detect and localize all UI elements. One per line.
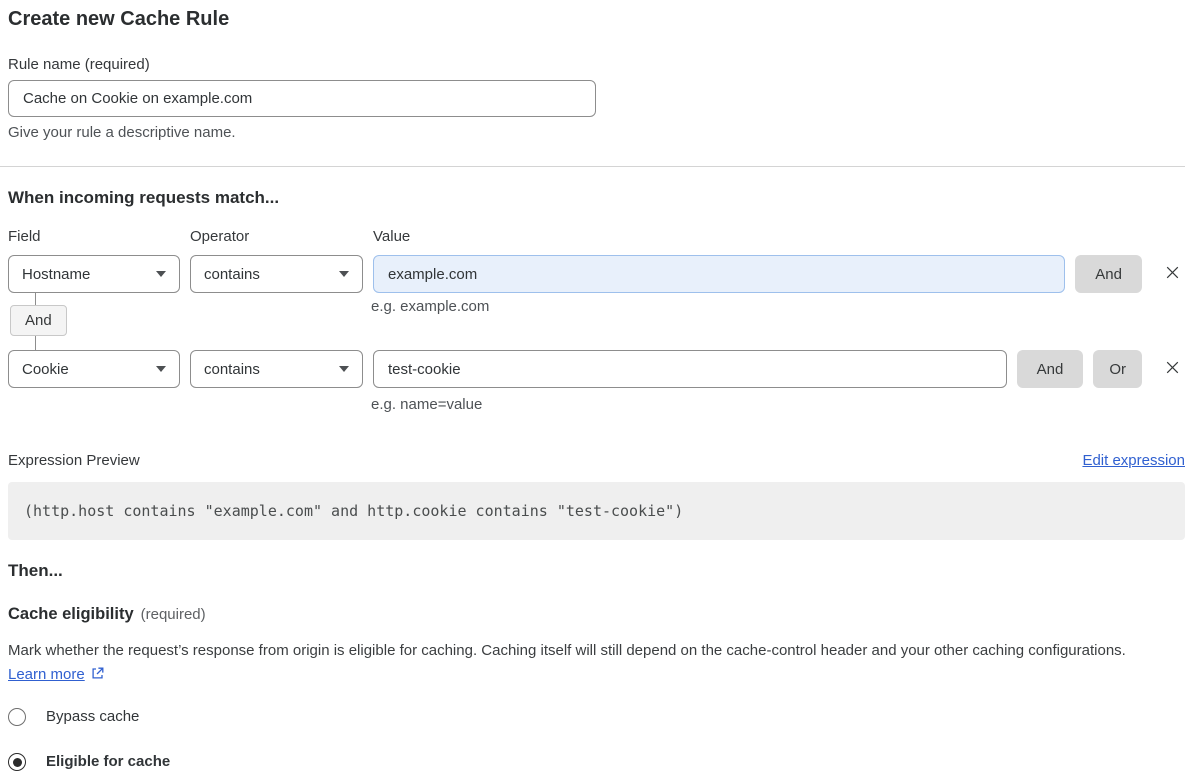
learn-more-link[interactable]: Learn more [8, 666, 85, 683]
field-select-row1[interactable]: Hostname [8, 255, 180, 293]
rule-name-helper: Give your rule a descriptive name. [8, 123, 1185, 143]
chevron-down-icon [156, 366, 166, 372]
field-select-row2-value: Cookie [22, 361, 69, 378]
then-section-heading: Then... [8, 560, 1185, 582]
radio-option-eligible-for-cache[interactable]: Eligible for cache [8, 752, 1185, 772]
value-input-row1[interactable] [373, 255, 1065, 293]
section-divider [0, 166, 1185, 167]
operator-column-label: Operator [190, 227, 363, 247]
remove-condition-row1-button[interactable] [1159, 255, 1185, 293]
operator-select-row2-value: contains [204, 361, 260, 378]
chevron-down-icon [339, 271, 349, 277]
add-and-condition-row1-button[interactable]: And [1075, 255, 1142, 293]
field-select-row1-value: Hostname [22, 266, 90, 283]
rule-name-label: Rule name (required) [8, 55, 1185, 75]
connector-band: And e.g. example.com [8, 293, 1185, 350]
field-select-row2[interactable]: Cookie [8, 350, 180, 388]
and-connector-button[interactable]: And [10, 305, 67, 336]
condition-row-2: Cookie contains And Or [8, 350, 1185, 388]
close-icon [1164, 264, 1181, 284]
close-icon [1164, 359, 1181, 379]
add-or-condition-row2-button[interactable]: Or [1093, 350, 1142, 388]
radio-label-eligible-for-cache: Eligible for cache [46, 752, 170, 772]
value-input-row2[interactable] [373, 350, 1007, 388]
radio-selected-icon [8, 753, 26, 771]
match-section-heading: When incoming requests match... [8, 187, 1185, 209]
expression-preview-header: Expression Preview Edit expression [8, 451, 1185, 471]
expression-preview-label: Expression Preview [8, 451, 140, 471]
value-hint-row1: e.g. example.com [371, 297, 489, 317]
radio-dot [13, 758, 22, 767]
cache-eligibility-description-text: Mark whether the request’s response from… [8, 642, 1126, 659]
rule-name-input[interactable] [8, 80, 596, 117]
chevron-down-icon [156, 271, 166, 277]
connector-line [35, 293, 36, 305]
remove-condition-row2-button[interactable] [1159, 350, 1185, 388]
external-link-icon [90, 665, 105, 689]
value-column-label: Value [373, 227, 1185, 247]
operator-select-row1-value: contains [204, 266, 260, 283]
operator-select-row1[interactable]: contains [190, 255, 363, 293]
expression-preview-code: (http.host contains "example.com" and ht… [8, 482, 1185, 540]
edit-expression-link[interactable]: Edit expression [1082, 451, 1185, 471]
chevron-down-icon [339, 366, 349, 372]
connector-line [35, 336, 36, 350]
cache-eligibility-description: Mark whether the request’s response from… [8, 639, 1168, 689]
radio-unselected-icon [8, 708, 26, 726]
page-title: Create new Cache Rule [8, 6, 1185, 32]
operator-select-row2[interactable]: contains [190, 350, 363, 388]
condition-row-1: Hostname contains And [8, 255, 1185, 293]
field-column-label: Field [8, 227, 180, 247]
radio-label-bypass-cache: Bypass cache [46, 707, 139, 727]
radio-option-bypass-cache[interactable]: Bypass cache [8, 707, 1185, 727]
condition-column-labels: Field Operator Value [8, 227, 1185, 247]
create-cache-rule-page: Create new Cache Rule Rule name (require… [0, 0, 1200, 784]
cache-eligibility-required: (required) [141, 606, 206, 623]
cache-eligibility-heading: Cache eligibility (required) [8, 604, 1185, 625]
cache-eligibility-title: Cache eligibility [8, 605, 134, 623]
value-hint-row2: e.g. name=value [371, 395, 1185, 415]
add-and-condition-row2-button[interactable]: And [1017, 350, 1084, 388]
